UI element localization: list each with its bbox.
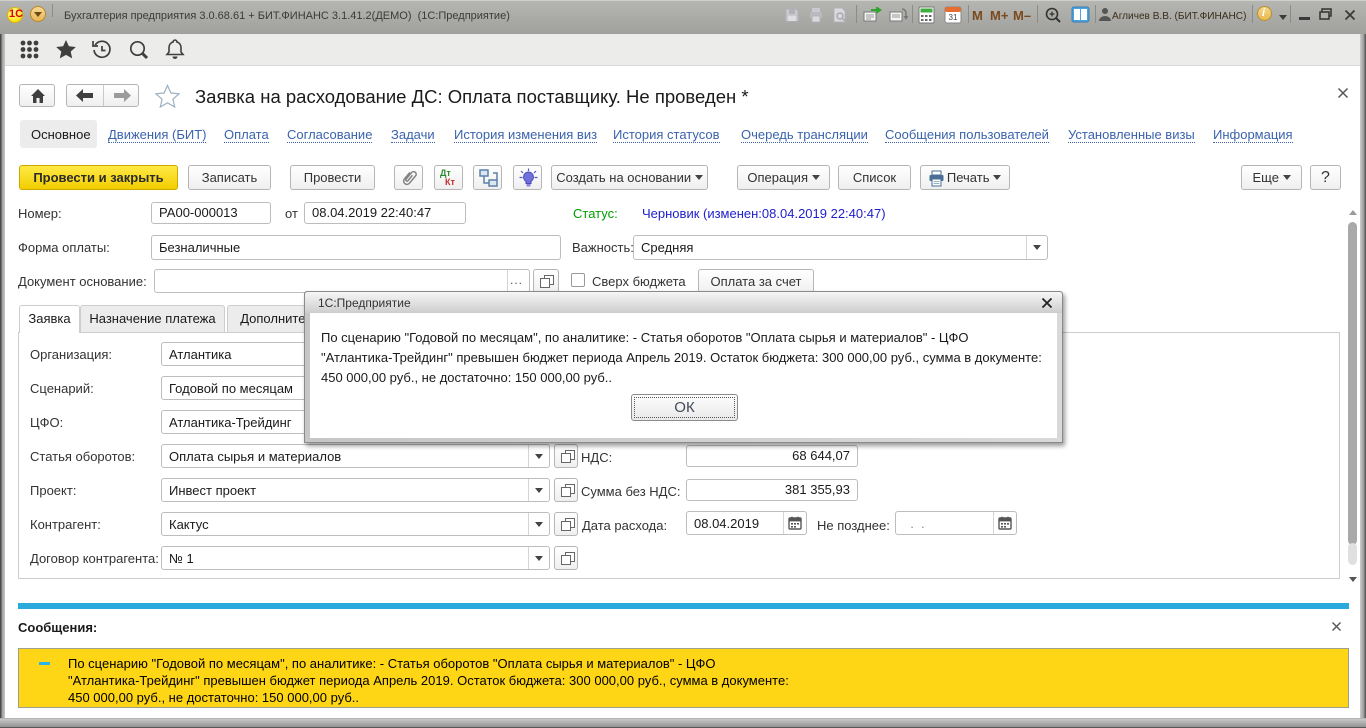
svg-text:31: 31 — [949, 13, 958, 22]
